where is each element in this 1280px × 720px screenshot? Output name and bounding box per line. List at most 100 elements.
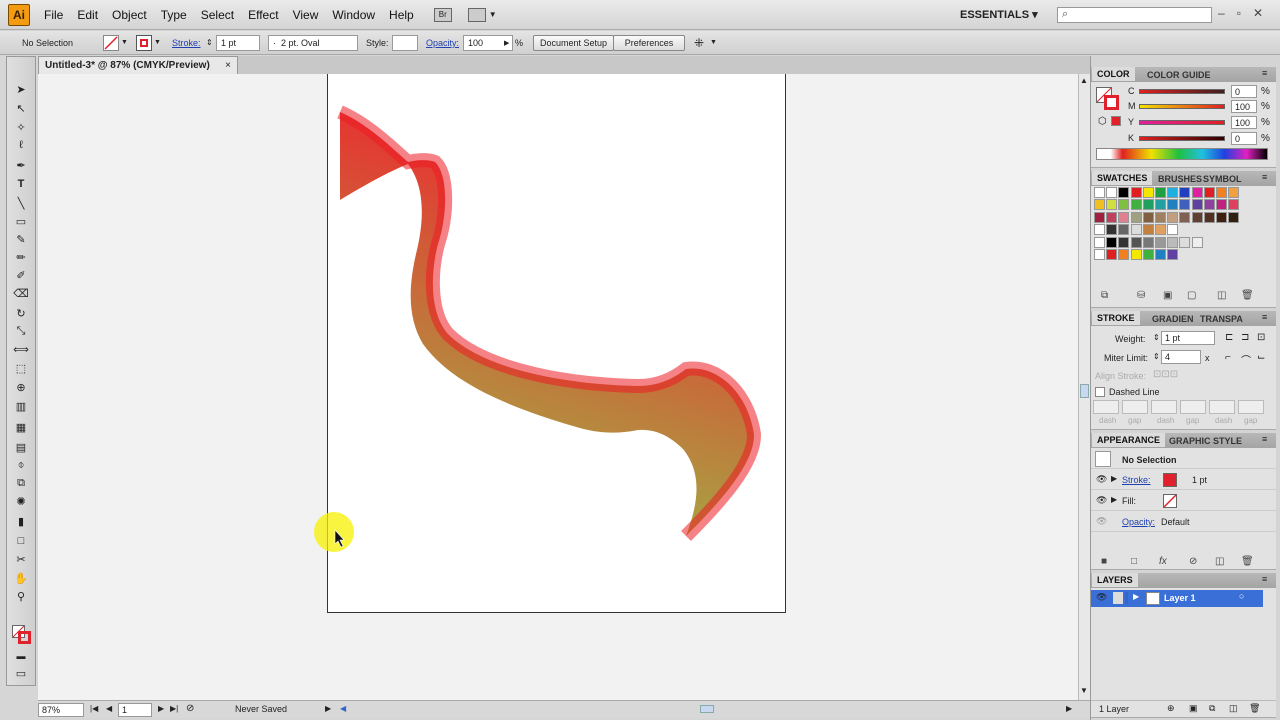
opacity-label[interactable]: Opacity: xyxy=(426,38,459,48)
scroll-thumb[interactable] xyxy=(1080,384,1089,398)
swatch-chip[interactable] xyxy=(1216,187,1227,198)
tab-symbol[interactable]: SYMBOL xyxy=(1203,174,1242,184)
swatch-chip[interactable] xyxy=(1130,224,1142,236)
panel-menu-icon[interactable]: ≡ xyxy=(1262,312,1267,322)
menu-type[interactable]: Type xyxy=(161,8,187,22)
canvas-area[interactable] xyxy=(38,74,1078,700)
stroke-weight-select[interactable]: 1 pt xyxy=(216,35,260,51)
blob-brush-tool-icon[interactable]: ✐ xyxy=(13,269,29,283)
maximize-icon[interactable]: ▫ xyxy=(1237,6,1241,20)
menu-window[interactable]: Window xyxy=(332,8,375,22)
status-menu-icon[interactable]: ▶ xyxy=(325,704,331,713)
add-new-stroke-icon[interactable]: ■ xyxy=(1101,556,1107,567)
join-bevel-icon[interactable]: ⌙ xyxy=(1257,352,1265,363)
scroll-right-icon[interactable]: ▶ xyxy=(1066,704,1072,713)
dashed-line-checkbox[interactable] xyxy=(1095,387,1105,397)
swatch-chip[interactable] xyxy=(1106,236,1118,248)
swatch-chip[interactable] xyxy=(1167,211,1179,223)
tab-transparency[interactable]: TRANSPA xyxy=(1200,314,1243,324)
chevron-down-icon[interactable]: ▼ xyxy=(489,10,497,19)
dash-gap-input[interactable] xyxy=(1180,400,1206,414)
column-graph-tool-icon[interactable]: ▮ xyxy=(13,515,29,529)
clear-appearance-icon[interactable]: ⊘ xyxy=(1189,556,1197,567)
channel-k-input[interactable]: 0 xyxy=(1231,132,1257,145)
line-tool-icon[interactable]: ╲ xyxy=(13,197,29,211)
add-effect-icon[interactable]: fx xyxy=(1159,556,1167,567)
stepper-icon[interactable]: ⇕ xyxy=(206,38,213,47)
swatch-chip[interactable] xyxy=(1191,187,1203,198)
last-artboard-icon[interactable]: ▶| xyxy=(170,704,178,713)
eraser-tool-icon[interactable]: ⌫ xyxy=(13,287,29,301)
swatch-chip[interactable] xyxy=(1094,249,1105,260)
blend-tool-icon[interactable]: ⧉ xyxy=(13,477,29,491)
swatch-chip[interactable] xyxy=(1203,199,1215,211)
swatch-chip[interactable] xyxy=(1179,236,1191,248)
channel-m-slider[interactable] xyxy=(1139,104,1225,109)
channel-c-input[interactable]: 0 xyxy=(1231,85,1257,98)
tab-graphic-style[interactable]: GRAPHIC STYLE xyxy=(1169,436,1242,446)
swatch-chip[interactable] xyxy=(1106,211,1118,223)
join-round-icon[interactable]: ⌒ xyxy=(1241,352,1251,367)
web-safe-swatch[interactable] xyxy=(1111,116,1121,126)
swatch-chip[interactable] xyxy=(1155,249,1166,260)
hand-tool-icon[interactable]: ✋ xyxy=(13,572,29,586)
swatch-chip[interactable] xyxy=(1142,199,1154,211)
swatch-chip[interactable] xyxy=(1228,211,1240,223)
stroke-weight-input[interactable]: 1 pt xyxy=(1161,331,1215,345)
swatch-chip[interactable] xyxy=(1167,249,1179,260)
document-tab[interactable]: Untitled-3* @ 87% (CMYK/Preview) × xyxy=(38,56,238,74)
style-select[interactable] xyxy=(392,35,418,51)
appearance-stroke-row[interactable]: 👁 ▶ Stroke: 1 pt xyxy=(1091,470,1276,490)
symbol-sprayer-tool-icon[interactable]: ✺ xyxy=(13,495,29,509)
previous-artboard-icon[interactable]: ◀ xyxy=(106,704,112,713)
rotate-tool-icon[interactable]: ↻ xyxy=(13,307,29,321)
tab-brushes[interactable]: BRUSHES xyxy=(1158,174,1202,184)
swatch-chip[interactable] xyxy=(1203,211,1215,223)
swatch-chip[interactable] xyxy=(1118,211,1130,223)
add-new-fill-icon[interactable]: □ xyxy=(1131,556,1137,567)
next-artboard-icon[interactable]: ▶ xyxy=(158,704,164,713)
swatch-chip[interactable] xyxy=(1179,187,1191,198)
color-mode-icon[interactable]: ▬ xyxy=(13,651,29,665)
swatch-chip[interactable] xyxy=(1167,199,1179,211)
out-of-gamut-icon[interactable]: ⬡ xyxy=(1098,116,1107,127)
visibility-eye-icon[interactable]: 👁 xyxy=(1096,474,1107,485)
chevron-right-icon[interactable]: ▶ xyxy=(504,39,509,47)
slice-tool-icon[interactable]: ✂ xyxy=(13,553,29,567)
document-setup-button[interactable]: Document Setup xyxy=(533,35,615,51)
gradient-tool-icon[interactable]: ▤ xyxy=(13,441,29,455)
channel-k-slider[interactable] xyxy=(1139,136,1225,141)
panel-menu-icon[interactable]: ≡ xyxy=(1262,172,1267,182)
stepper-icon[interactable]: ⇕ xyxy=(1153,333,1160,342)
expand-triangle-icon[interactable]: ▶ xyxy=(1133,592,1139,601)
swatch-chip[interactable] xyxy=(1167,224,1179,236)
swatch-chip[interactable] xyxy=(1106,199,1118,211)
tab-gradient[interactable]: GRADIEN xyxy=(1152,314,1194,324)
panel-menu-icon[interactable]: ≡ xyxy=(1262,574,1267,584)
dash-gap-input[interactable] xyxy=(1151,400,1177,414)
scroll-down-icon[interactable]: ▼ xyxy=(1080,686,1088,695)
tab-color[interactable]: COLOR xyxy=(1092,67,1135,81)
swatch-chip[interactable] xyxy=(1216,199,1227,211)
menu-help[interactable]: Help xyxy=(389,8,414,22)
appearance-stroke-weight[interactable]: 1 pt xyxy=(1192,475,1207,485)
free-transform-tool-icon[interactable]: ⬚ xyxy=(13,362,29,376)
pen-tool-icon[interactable]: ✒ xyxy=(13,159,29,173)
zoom-select[interactable]: 87% xyxy=(38,703,84,717)
graph-tool-icon[interactable]: ▥ xyxy=(13,400,29,414)
selection-tool-icon[interactable]: ➤ xyxy=(13,83,29,97)
appearance-fill-swatch[interactable] xyxy=(1163,494,1177,508)
artboard-options-icon[interactable]: ⊘ xyxy=(186,703,194,714)
delete-item-icon[interactable]: 🗑 xyxy=(1241,556,1254,567)
appearance-fill-row[interactable]: 👁 ▶ Fill: xyxy=(1091,491,1276,511)
panel-menu-icon[interactable]: ≡ xyxy=(1262,434,1267,444)
shape-builder-tool-icon[interactable]: ⊕ xyxy=(13,381,29,395)
visibility-eye-icon[interactable]: 👁 xyxy=(1096,516,1107,527)
dash-gap-input[interactable] xyxy=(1238,400,1264,414)
menu-select[interactable]: Select xyxy=(201,8,234,22)
show-kinds-icon[interactable]: ⛁ xyxy=(1137,290,1145,301)
align-stroke-icons[interactable]: ⊡⊡⊡ xyxy=(1153,369,1178,380)
channel-c-slider[interactable] xyxy=(1139,89,1225,94)
horizontal-scroll-thumb[interactable] xyxy=(700,705,714,713)
miter-limit-input[interactable]: 4 xyxy=(1161,350,1201,364)
